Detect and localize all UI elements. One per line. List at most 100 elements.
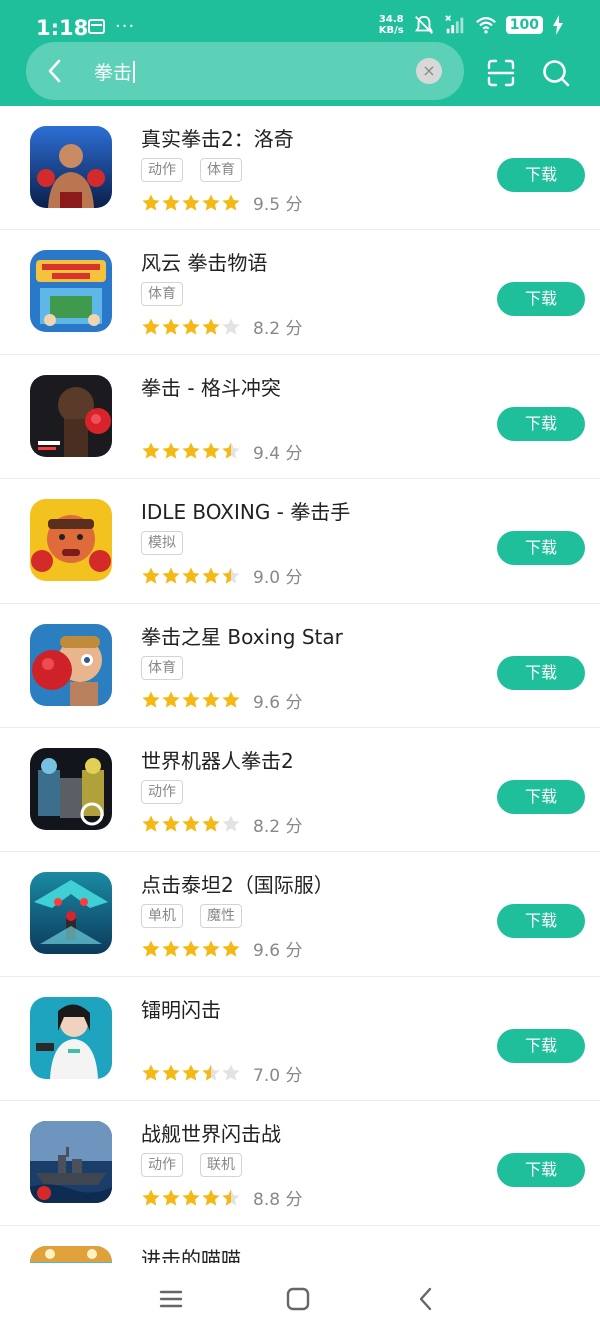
app-list-item[interactable]: 真实拳击2：洛奇动作 体育 9.5 分 下载 — [0, 106, 600, 231]
app-name[interactable]: 风云 拳击物语 — [141, 247, 267, 276]
app-icon[interactable] — [30, 996, 112, 1079]
star-full-icon — [202, 815, 220, 833]
download-button[interactable]: 下载 — [497, 655, 585, 690]
star-full-icon — [202, 567, 220, 584]
app-name[interactable]: 战舰世界闪击战 — [141, 1118, 281, 1147]
star-full-icon — [182, 567, 200, 584]
app-score: 9.5 分 — [253, 195, 303, 215]
status-right-icons: 34.8 KB/s 100 — [379, 14, 564, 36]
star-full-icon — [142, 1189, 160, 1206]
app-icon[interactable] — [30, 1121, 112, 1204]
download-button[interactable]: 下载 — [497, 1153, 585, 1188]
app-tags: 动作 — [141, 779, 183, 804]
app-name[interactable]: 点击泰坦2（国际服） — [141, 869, 334, 898]
download-button[interactable]: 下载 — [497, 904, 585, 939]
app-icon[interactable] — [30, 374, 112, 457]
menu-icon[interactable] — [157, 1285, 185, 1313]
app-rating: 9.6 分 — [141, 688, 302, 713]
clear-search-icon[interactable]: × — [416, 58, 442, 84]
star-full-icon — [162, 318, 180, 335]
star-half-icon — [222, 442, 240, 459]
star-full-icon — [142, 691, 160, 708]
app-list-item[interactable]: 进击的喵喵 — [0, 1226, 600, 1263]
category-tag: 联机 — [200, 1153, 242, 1178]
star-full-icon — [162, 815, 180, 833]
app-rating: 9.5 分 — [141, 190, 302, 215]
star-full-icon — [202, 940, 220, 957]
star-empty-icon — [222, 1064, 240, 1081]
app-tags: 动作 体育 — [141, 158, 242, 182]
search-input[interactable]: 拳击 — [94, 58, 135, 85]
app-name[interactable]: 拳击 - 格斗冲突 — [141, 372, 281, 401]
app-list-item[interactable]: 镭明闪击 7.0 分 下载 — [0, 977, 600, 1102]
app-name[interactable]: 世界机器人拳击2 — [141, 745, 294, 774]
app-list-item[interactable]: 拳击之星 Boxing Star 体育 9.6 分 下载 — [0, 604, 600, 728]
star-full-icon — [222, 194, 240, 211]
app-score: 7.0 分 — [253, 1065, 303, 1086]
star-full-icon — [142, 318, 160, 335]
app-list-item[interactable]: 风云 拳击物语体育 8.2 分 下载 — [0, 230, 600, 355]
app-name[interactable]: IDLE BOXING - 拳击手 — [141, 496, 350, 525]
home-icon[interactable] — [284, 1285, 312, 1313]
app-list-item[interactable]: 战舰世界闪击战 动作 联机 8.8 分 下载 — [0, 1101, 600, 1226]
star-full-icon — [162, 1189, 180, 1206]
app-score: 9.6 分 — [253, 692, 303, 713]
category-tag: 模拟 — [141, 531, 183, 556]
app-name[interactable]: 拳击之星 Boxing Star — [141, 621, 343, 650]
download-button[interactable]: 下载 — [497, 531, 585, 566]
wifi-icon — [475, 17, 496, 34]
star-full-icon — [202, 318, 220, 335]
app-icon[interactable] — [30, 250, 112, 333]
star-full-icon — [142, 940, 160, 957]
download-button[interactable]: 下载 — [497, 406, 585, 441]
app-score: 8.2 分 — [253, 816, 303, 837]
star-full-icon — [142, 815, 160, 833]
star-full-icon — [182, 318, 200, 335]
app-name[interactable]: 镭明闪击 — [141, 994, 221, 1023]
star-full-icon — [162, 442, 180, 459]
search-icon[interactable] — [541, 58, 571, 88]
back-arrow-icon[interactable] — [40, 56, 70, 86]
star-half-icon — [222, 1189, 240, 1206]
app-score: 8.2 分 — [253, 319, 303, 340]
download-button[interactable]: 下载 — [497, 779, 585, 814]
app-score: 9.0 分 — [253, 568, 303, 589]
app-icon[interactable] — [30, 747, 112, 830]
download-button[interactable]: 下载 — [497, 282, 585, 317]
category-tag: 动作 — [141, 1153, 183, 1178]
star-full-icon — [202, 1189, 220, 1206]
app-name[interactable]: 真实拳击2：洛奇 — [141, 123, 294, 152]
battery-level: 100 — [505, 16, 543, 34]
category-tag: 动作 — [141, 779, 183, 804]
app-list-item[interactable]: IDLE BOXING - 拳击手模拟 9.0 分 下载 — [0, 479, 600, 604]
app-list-item[interactable]: 世界机器人拳击2 动作 8.2 分 下载 — [0, 728, 600, 853]
app-icon[interactable] — [30, 623, 112, 706]
category-tag: 体育 — [141, 282, 183, 307]
download-button[interactable]: 下载 — [497, 158, 585, 192]
app-icon[interactable] — [30, 126, 112, 208]
category-tag: 单机 — [141, 904, 183, 929]
more-notifications-icon: ··· — [115, 15, 136, 37]
app-icon[interactable] — [30, 499, 112, 582]
star-full-icon — [202, 691, 220, 708]
app-list-item[interactable]: 点击泰坦2（国际服） 单机 魔性 9.6 分 下载 — [0, 852, 600, 977]
top-header: 1:18 ··· 34.8 KB/s 100 拳击 × — [0, 0, 600, 106]
download-button[interactable]: 下载 — [497, 1028, 585, 1063]
star-full-icon — [162, 940, 180, 957]
status-bar: 1:18 ··· 34.8 KB/s 100 — [0, 0, 600, 44]
app-score: 9.6 分 — [253, 941, 303, 962]
scan-icon[interactable] — [486, 58, 516, 88]
app-list-item[interactable]: 拳击 - 格斗冲突 9.4 分 下载 — [0, 355, 600, 480]
back-icon[interactable] — [412, 1285, 440, 1313]
category-tag: 魔性 — [200, 904, 242, 929]
app-rating: 9.6 分 — [141, 936, 302, 961]
app-icon[interactable] — [30, 1245, 112, 1263]
network-speed: 34.8 KB/s — [378, 14, 404, 36]
app-name[interactable]: 进击的喵喵 — [141, 1243, 241, 1263]
star-full-icon — [202, 194, 220, 211]
search-results-list[interactable]: 真实拳击2：洛奇 动作 体育 9.5 分下载 风云 拳击物语 体育 8.2 分下载 拳击 - … — [0, 106, 600, 1263]
search-box[interactable]: 拳击 × — [26, 42, 464, 100]
app-icon[interactable] — [30, 872, 112, 955]
cellular-no-signal-icon — [445, 15, 464, 34]
app-tags: 模拟 — [141, 531, 183, 556]
